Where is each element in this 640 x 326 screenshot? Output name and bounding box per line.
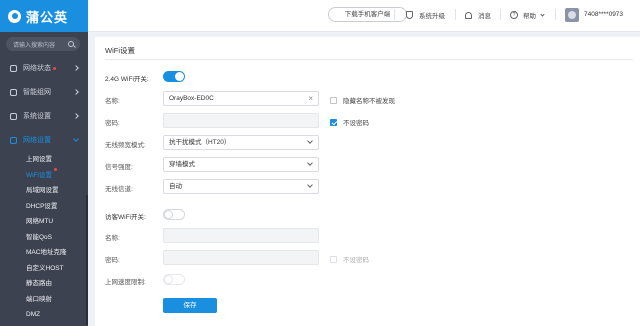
wifi-name-label: 名称: <box>105 98 120 105</box>
sidebar-search-input[interactable]: 请输入搜索内容 <box>6 37 80 51</box>
sidebar-item-lan-settings[interactable]: 局域网设置 <box>0 183 88 199</box>
divider <box>455 9 456 20</box>
no-password-label: 不设密码 <box>343 120 369 127</box>
guest-wifi-toggle[interactable] <box>163 209 185 220</box>
wireless-channel-label: 无线信道: <box>105 186 133 193</box>
help-menu[interactable]: ? 帮助 <box>510 10 545 20</box>
brand-logo[interactable]: 蒲公英 <box>0 0 88 32</box>
signal-strength-select[interactable]: 穿墙模式 <box>163 157 319 172</box>
guest-wifi-switch-label: 访客WiFi开关: <box>105 214 146 221</box>
chevron-down-icon <box>73 136 79 142</box>
band24-wifi-toggle[interactable] <box>163 71 185 82</box>
bell-icon <box>465 11 472 19</box>
page-title: WiFi设置 <box>105 46 135 55</box>
avatar[interactable] <box>565 8 579 22</box>
user-account-id[interactable]: 7408****0973 <box>584 11 623 18</box>
shield-icon <box>406 11 413 19</box>
sidebar-group-network-settings[interactable]: 网络设置 <box>0 128 88 152</box>
no-password-checkbox[interactable]: 不设密码 <box>330 117 369 127</box>
hide-name-label: 隐藏名称不被发现 <box>343 98 395 105</box>
wireless-channel-value: 自动 <box>169 183 182 190</box>
wifi-settings-panel: WiFi设置 2.4G WiFi开关: 名称: OrayBox-ED0C × 隐… <box>95 37 640 326</box>
guest-password-field[interactable] <box>163 250 319 265</box>
sidebar-group-label: 系统设置 <box>23 113 51 120</box>
sidebar-search-placeholder: 请输入搜索内容 <box>13 42 56 49</box>
divider <box>394 9 395 20</box>
notification-dot <box>53 66 56 70</box>
sidebar-item-label: WiFi设置 <box>26 171 52 179</box>
sidebar-group-label: 网络设置 <box>23 137 51 144</box>
sidebar-item-internet-settings[interactable]: 上网设置 <box>0 152 88 168</box>
checkbox-icon <box>330 255 337 263</box>
sidebar-group-smart-network[interactable]: 智能组网 <box>0 80 88 104</box>
network-status-icon <box>10 64 17 72</box>
chevron-down-icon <box>307 138 313 144</box>
sidebar-group-label: 网络状态 <box>23 65 51 72</box>
guest-no-password-checkbox[interactable]: 不设密码 <box>330 254 369 264</box>
wifi-name-value: OrayBox-ED0C <box>169 95 214 102</box>
signal-strength-value: 穿墙模式 <box>169 161 195 168</box>
guest-password-label: 密码: <box>105 257 120 264</box>
sidebar-item-custom-host[interactable]: 自定义HOST <box>0 261 88 277</box>
title-divider <box>105 59 633 60</box>
network-settings-icon <box>10 136 17 144</box>
chevron-right-icon <box>73 65 79 71</box>
sidebar-group-label: 智能组网 <box>23 89 51 96</box>
divider <box>555 9 556 20</box>
sidebar-item-dhcp-settings[interactable]: DHCP设置 <box>0 199 88 215</box>
bandwidth-mode-select[interactable]: 抗干扰模式（HT20） <box>163 135 319 150</box>
wifi-password-label: 密码: <box>105 120 120 127</box>
chevron-right-icon <box>73 89 79 95</box>
checkbox-checked-icon <box>330 118 337 126</box>
brand-name: 蒲公英 <box>26 9 69 25</box>
wifi-password-field[interactable] <box>163 113 319 128</box>
search-icon[interactable] <box>68 41 74 47</box>
clear-icon[interactable]: × <box>308 93 313 104</box>
smart-network-icon <box>10 88 17 96</box>
speed-limit-label: 上网速度限制: <box>105 279 146 286</box>
signal-strength-label: 信号强度: <box>105 164 133 171</box>
wifi-name-field[interactable]: OrayBox-ED0C × <box>163 91 319 106</box>
help-label: 帮助 <box>523 13 536 20</box>
help-icon: ? <box>510 11 518 19</box>
messages-button[interactable]: 消息 <box>465 10 491 20</box>
hide-name-checkbox[interactable]: 隐藏名称不被发现 <box>330 95 395 105</box>
chevron-right-icon <box>73 113 79 119</box>
chevron-down-icon <box>307 182 313 188</box>
sidebar-item-port-forwarding[interactable]: 端口映射 <box>0 292 88 308</box>
system-upgrade-button[interactable]: 系统升级 <box>406 10 445 20</box>
messages-label: 消息 <box>478 13 491 20</box>
sidebar-scrollbar[interactable] <box>86 195 88 325</box>
sidebar-group-network-status[interactable]: 网络状态 <box>0 56 88 80</box>
sidebar-item-network-mtu[interactable]: 网络MTU <box>0 214 88 230</box>
sidebar-item-wifi-settings[interactable]: WiFi设置 <box>0 167 88 184</box>
guest-name-field[interactable] <box>163 228 319 243</box>
sidebar: 蒲公英 请输入搜索内容 网络状态 智能组网 系统设置 网络设置 上网设置 WiF… <box>0 0 88 326</box>
speed-limit-toggle[interactable] <box>163 274 185 285</box>
sidebar-item-static-route[interactable]: 静态路由 <box>0 276 88 292</box>
download-client-button[interactable]: 下载手机客户端 <box>328 7 407 22</box>
chevron-down-icon <box>307 160 313 166</box>
top-bar: 下载手机客户端 系统升级 消息 ? 帮助 7408****0973 <box>88 0 640 32</box>
system-settings-icon <box>10 112 17 120</box>
checkbox-icon <box>330 96 337 104</box>
guest-no-password-label: 不设密码 <box>343 257 369 264</box>
bandwidth-mode-label: 无线频宽模式: <box>105 142 146 149</box>
wireless-channel-select[interactable]: 自动 <box>163 179 319 194</box>
sidebar-item-dmz[interactable]: DMZ <box>0 307 88 323</box>
sidebar-item-mac-clone[interactable]: MAC地址克隆 <box>0 245 88 261</box>
guest-name-label: 名称: <box>105 235 120 242</box>
sidebar-item-smart-qos[interactable]: 智能QoS <box>0 230 88 246</box>
chevron-down-icon <box>540 11 545 17</box>
system-upgrade-label: 系统升级 <box>419 13 445 20</box>
notification-dot <box>54 167 57 171</box>
sidebar-group-system-settings[interactable]: 系统设置 <box>0 104 88 128</box>
bandwidth-mode-value: 抗干扰模式（HT20） <box>169 139 231 146</box>
save-button[interactable]: 保存 <box>163 298 217 313</box>
brand-logo-icon <box>8 9 21 23</box>
divider <box>500 9 501 20</box>
band24-switch-label: 2.4G WiFi开关: <box>105 76 149 83</box>
